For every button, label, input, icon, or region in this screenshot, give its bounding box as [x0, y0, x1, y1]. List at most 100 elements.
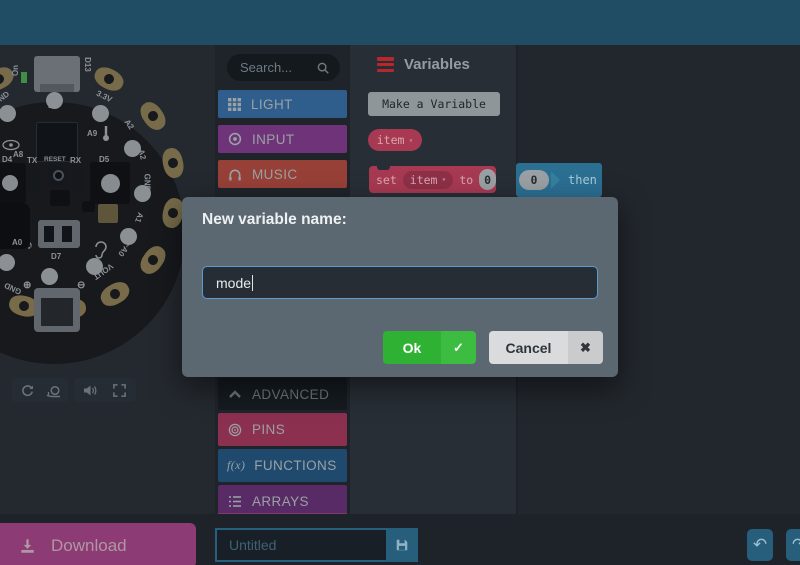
search-icon: [316, 61, 330, 75]
flyout-header: Variables: [377, 56, 470, 73]
toolbox-category-light[interactable]: LIGHT: [218, 90, 347, 118]
board-label: GND: [142, 174, 151, 192]
cancel-button[interactable]: Cancel ✖: [489, 331, 603, 364]
category-label: INPUT: [252, 132, 295, 147]
project-name-input[interactable]: [215, 528, 386, 562]
music-note-icon: ♪: [27, 238, 33, 252]
board-label: On: [11, 65, 20, 76]
make-a-variable-button[interactable]: Make a Variable: [368, 92, 500, 116]
download-button[interactable]: Download: [0, 523, 196, 565]
button-a-cap[interactable]: [2, 175, 18, 191]
small-ic: [82, 201, 95, 212]
board-label: A9: [87, 129, 97, 138]
fullscreen-button[interactable]: [108, 380, 130, 400]
block-label: set: [376, 173, 397, 187]
input-target-icon: [227, 131, 243, 147]
toolbox-category-functions[interactable]: f(x) FUNCTIONS: [218, 449, 347, 482]
save-project-button[interactable]: [386, 528, 418, 562]
dropdown-value: item: [410, 173, 438, 187]
toolbox-category-music[interactable]: MUSIC: [218, 160, 347, 188]
if-then-block-fragment[interactable]: 0 then: [516, 163, 602, 197]
board-label: RESET: [44, 156, 66, 163]
make-a-variable-label: Make a Variable: [382, 97, 486, 111]
pins-rings-icon: [227, 422, 243, 438]
board-label: RX: [70, 156, 81, 165]
variable-dropdown[interactable]: item ▾: [403, 171, 454, 189]
light-grid-icon: [227, 97, 242, 112]
accelerometer-chip: [50, 190, 70, 206]
redo-icon: ↷: [792, 535, 800, 555]
board-label: D7: [51, 252, 61, 261]
search-input[interactable]: Search...: [227, 54, 340, 81]
ok-button[interactable]: Ok ✓: [383, 331, 476, 364]
makecode-editor: On D8 D13 3.3V A9 A8 A2 A2 D4 TX RESET R…: [0, 0, 800, 565]
tx-led: [28, 167, 39, 193]
headphones-icon: [227, 167, 243, 182]
chevron-up-icon: [227, 388, 243, 400]
toolbox-advanced-toggle[interactable]: ADVANCED: [218, 378, 347, 410]
board-label: D8: [48, 101, 58, 110]
functions-fx-icon: f(x): [227, 458, 245, 473]
undo-icon: ↶: [753, 535, 767, 555]
rx-led: [72, 167, 83, 193]
neopixel: [41, 268, 58, 285]
simulator-controls-group: [74, 378, 136, 402]
board-label: A0: [12, 238, 22, 247]
modal-title: New variable name:: [202, 211, 347, 229]
bottom-bar: Download ↶ ↷: [0, 514, 800, 565]
board-label: A8: [13, 150, 23, 159]
restart-simulator-button[interactable]: [16, 380, 38, 400]
board-label: ⊕: [23, 280, 31, 291]
board-label: D5: [99, 155, 109, 164]
close-x-icon: ✖: [568, 331, 603, 364]
floppy-disk-icon: [395, 538, 409, 552]
set-variable-block[interactable]: set item ▾ to 0: [369, 166, 496, 193]
simulator-controls-group: [12, 378, 68, 402]
slide-switch-slot: [62, 226, 72, 242]
project-name-group: [215, 528, 418, 562]
check-icon: ✓: [441, 331, 476, 364]
variable-name-value: mode: [216, 275, 251, 291]
battery-connector-slot: [41, 298, 73, 326]
flyout-title: Variables: [404, 56, 470, 73]
dropdown-arrow-icon: ▾: [408, 136, 413, 145]
thermometer-icon: [100, 123, 112, 143]
board-label: D13: [83, 57, 92, 72]
arrays-list-icon: [227, 494, 243, 509]
category-label: ARRAYS: [252, 494, 309, 509]
neopixel: [92, 105, 109, 122]
block-label: item: [377, 133, 405, 147]
board-label: D4: [2, 155, 12, 164]
slide-switch-slot: [44, 226, 54, 242]
variable-item-block[interactable]: item ▾: [368, 129, 422, 151]
block-label: to: [459, 173, 473, 187]
variable-name-input[interactable]: mode: [202, 266, 598, 299]
category-label: ADVANCED: [252, 387, 329, 402]
mute-volume-button[interactable]: [79, 380, 101, 400]
power-led: [21, 72, 27, 83]
search-placeholder: Search...: [240, 60, 316, 75]
button-b-cap[interactable]: [101, 174, 120, 193]
category-label: FUNCTIONS: [254, 458, 336, 473]
board-label: TX: [27, 156, 37, 165]
reset-button-cap[interactable]: [53, 170, 64, 181]
then-label: then: [568, 173, 597, 187]
sound-ear-icon: [92, 240, 110, 264]
undo-button[interactable]: ↶: [747, 529, 773, 561]
block-socket-notch: [551, 171, 560, 189]
redo-button[interactable]: ↷: [786, 529, 800, 561]
category-label: PINS: [252, 422, 285, 437]
cancel-label: Cancel: [489, 331, 568, 364]
number-input-slot[interactable]: 0: [519, 170, 549, 190]
board-label: ⊖: [77, 280, 85, 291]
toolbox-category-input[interactable]: INPUT: [218, 125, 347, 153]
top-navbar: [0, 0, 800, 45]
slow-motion-snail-button[interactable]: [42, 380, 64, 400]
number-input-slot[interactable]: 0: [479, 169, 496, 190]
download-label: Download: [51, 536, 127, 556]
toolbox-category-pins[interactable]: PINS: [218, 413, 347, 446]
usb-connector-detail: [40, 84, 74, 92]
text-caret: [252, 275, 253, 291]
new-variable-modal: New variable name: mode Ok ✓ Cancel ✖: [182, 197, 618, 377]
variables-category-icon: [377, 57, 394, 72]
